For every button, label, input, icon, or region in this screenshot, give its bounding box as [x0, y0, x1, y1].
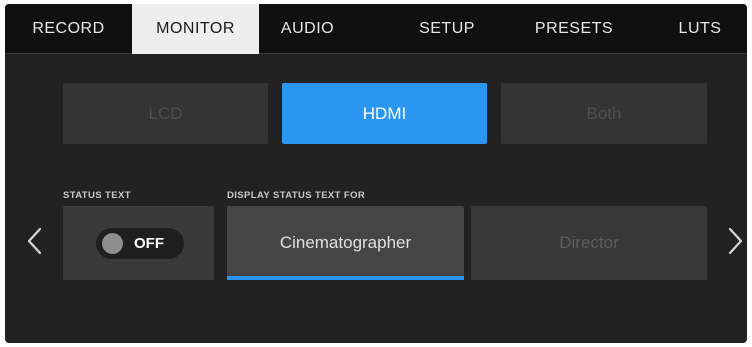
tab-audio[interactable]: AUDIO	[259, 4, 356, 54]
chevron-left-icon[interactable]	[23, 226, 47, 256]
both-button[interactable]: Both	[501, 83, 707, 144]
tab-presets[interactable]: PRESETS	[518, 4, 630, 54]
director-label: Director	[559, 233, 619, 252]
tab-record[interactable]: RECORD	[5, 4, 132, 54]
hdmi-button[interactable]: HDMI	[282, 83, 487, 144]
tab-setup[interactable]: SETUP	[386, 4, 508, 54]
status-text-panel: OFF	[63, 206, 214, 280]
status-text-toggle[interactable]: OFF	[96, 228, 184, 259]
tab-bar: RECORD MONITOR AUDIO SETUP PRESETS LUTS	[5, 4, 747, 54]
tab-monitor[interactable]: MONITOR	[132, 4, 259, 54]
toggle-state-label: OFF	[134, 235, 164, 252]
selected-underline	[227, 276, 464, 280]
chevron-right-icon[interactable]	[723, 226, 747, 256]
tab-luts[interactable]: LUTS	[660, 4, 740, 54]
cinematographer-label: Cinematographer	[279, 233, 412, 252]
monitor-settings-screen: RECORD MONITOR AUDIO SETUP PRESETS LUTS …	[5, 4, 747, 343]
lcd-button[interactable]: LCD	[63, 83, 268, 144]
toggle-knob	[102, 233, 123, 254]
status-text-label: STATUS TEXT	[63, 190, 131, 201]
cinematographer-option[interactable]: Cinematographer	[227, 206, 464, 280]
display-status-text-for-label: DISPLAY STATUS TEXT FOR	[227, 190, 366, 201]
director-option[interactable]: Director	[471, 206, 707, 280]
